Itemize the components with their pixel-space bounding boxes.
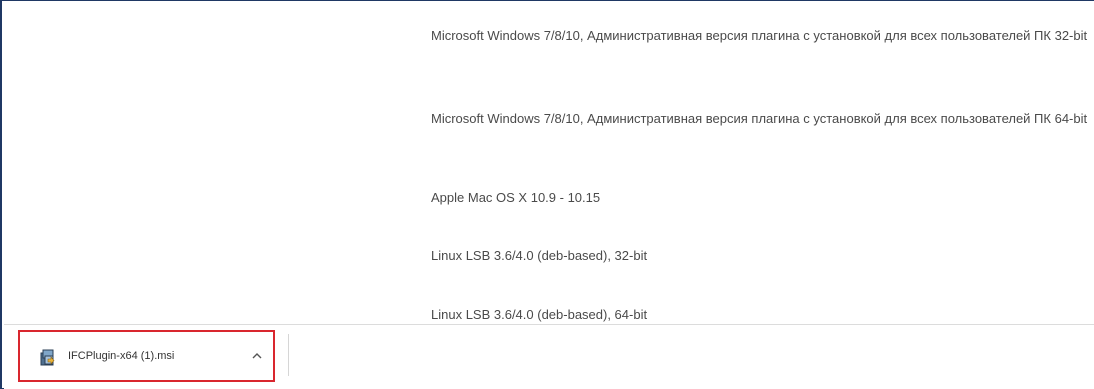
download-link-windows-32bit[interactable]: Microsoft Windows 7/8/10, Административн… [431,28,1091,44]
downloaded-file-name: IFCPlugin-x64 (1).msi [68,350,175,362]
chevron-up-icon[interactable] [251,351,263,361]
msi-installer-icon [40,349,55,366]
download-bar-divider [288,334,289,376]
download-link-mac-os[interactable]: Apple Mac OS X 10.9 - 10.15 [431,190,1091,206]
download-page-content: Microsoft Windows 7/8/10, Административн… [4,2,1094,324]
download-bar: IFCPlugin-x64 (1).msi [4,324,1094,389]
browser-window: Microsoft Windows 7/8/10, Административн… [0,0,1094,389]
download-link-linux-32bit[interactable]: Linux LSB 3.6/4.0 (deb-based), 32-bit [431,248,1091,264]
downloaded-file-item[interactable]: IFCPlugin-x64 (1).msi [18,330,275,382]
download-link-linux-64bit[interactable]: Linux LSB 3.6/4.0 (deb-based), 64-bit [431,307,1091,323]
download-link-windows-64bit[interactable]: Microsoft Windows 7/8/10, Административн… [431,111,1091,127]
